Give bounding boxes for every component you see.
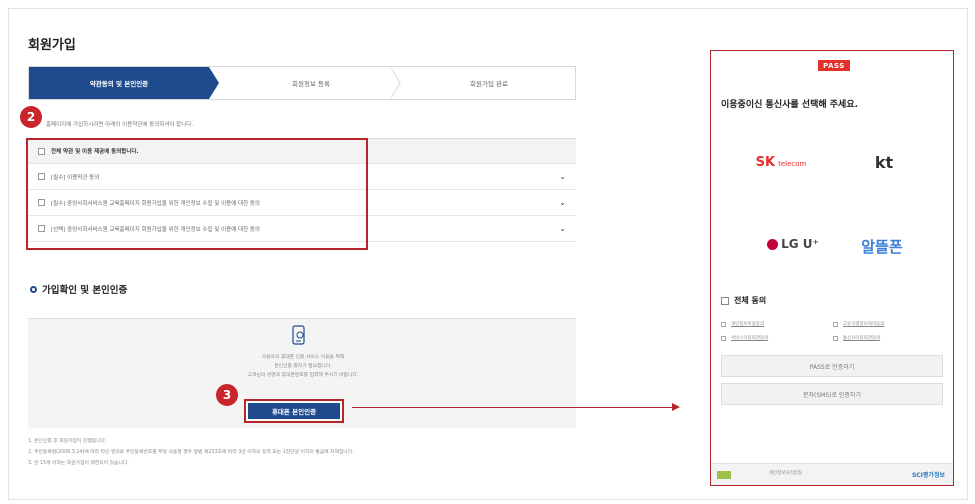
verify-text-line: 사용자의 휴대폰 인증 서비스 이용을 위해 bbox=[261, 355, 345, 360]
skt-logo-main: SK bbox=[755, 154, 776, 170]
notes: 1. 본인인증 후 회원가입이 진행됩니다. 2. 주민등록법(2006.3.2… bbox=[28, 436, 354, 469]
chevron-down-icon[interactable]: ⌄ bbox=[559, 198, 566, 207]
pass-logo: PASS bbox=[818, 60, 850, 71]
note-line: 2. 주민등록법(2006.3.24)에 따라 타인 명의로 주민등록번호를 부… bbox=[28, 450, 354, 455]
verify-section-title: 가입확인 및 본인인증 bbox=[30, 282, 127, 296]
step-complete: 회원가입 완료 bbox=[470, 80, 508, 88]
pass-all-agree[interactable]: 전체 동의 bbox=[721, 295, 766, 306]
step-badge-2: 2 bbox=[20, 106, 42, 128]
sub-agree-item[interactable]: 통신사이용약관동의 bbox=[833, 335, 880, 341]
sub-agree-label: 통신사이용약관동의 bbox=[843, 336, 881, 341]
signup-stepper: 약관동의 및 본인인증 회원정보 등록 회원가입 완료 bbox=[28, 66, 576, 100]
sub-agree-checkbox[interactable] bbox=[833, 321, 838, 327]
arrow-right-icon bbox=[672, 403, 680, 411]
verify-section-label: 가입확인 및 본인인증 bbox=[42, 285, 128, 296]
sub-agree-label: 고유식별정보처리동의 bbox=[843, 322, 885, 327]
carrier-skt[interactable]: SK telecom bbox=[741, 147, 821, 177]
sub-agree-item[interactable]: 개인정보이용동의 bbox=[721, 321, 764, 327]
sub-agree-checkbox[interactable] bbox=[721, 335, 726, 341]
step-arrow-inner bbox=[390, 67, 399, 99]
pass-panel: PASS 이용중이신 통신사를 선택해 주세요. SK telecom kt L… bbox=[710, 50, 954, 486]
sub-agree-label: 개인정보이용동의 bbox=[731, 322, 765, 327]
carrier-alddle[interactable]: 알뜰폰 bbox=[847, 231, 917, 261]
sub-agree-item[interactable]: 서비스이용약관동의 bbox=[721, 335, 768, 341]
skt-logo-sub: telecom bbox=[778, 160, 807, 168]
step-arrow-icon bbox=[209, 67, 219, 99]
carrier-kt[interactable]: kt bbox=[859, 149, 909, 175]
step-info: 회원정보 등록 bbox=[292, 80, 330, 88]
sub-agree-label: 서비스이용약관동의 bbox=[731, 336, 769, 341]
all-agree-label: 전체 동의 bbox=[734, 296, 767, 305]
connector-arrow-line bbox=[352, 407, 674, 408]
footer-logo-icon bbox=[717, 471, 731, 479]
page-title: 회원가입 bbox=[28, 38, 76, 53]
phone-icon bbox=[292, 325, 305, 345]
pass-footer: 개인정보처리방침 SCI평가정보 bbox=[711, 463, 953, 485]
agreement-intro: 홈페이지에 가입하시려면 아래의 이용약관에 동의하셔야 합니다. bbox=[46, 122, 194, 128]
sub-agree-checkbox[interactable] bbox=[833, 335, 838, 341]
verify-text-line: 고객님의 성명과 휴대폰번호를 입력해 주시기 바랍니다. bbox=[247, 373, 359, 378]
pass-verify-button[interactable]: PASS로 인증하기 bbox=[721, 355, 943, 377]
sci-logo: SCI평가정보 bbox=[911, 472, 945, 479]
sub-agree-checkbox[interactable] bbox=[721, 321, 726, 327]
note-line: 3. 만 15세 이하는 회원가입이 제한되어 있습니다. bbox=[28, 461, 129, 466]
phone-verify-button[interactable]: 휴대폰 본인인증 bbox=[244, 399, 344, 423]
privacy-policy-link[interactable]: 개인정보처리방침 bbox=[769, 470, 802, 476]
lg-logo-icon bbox=[767, 238, 779, 250]
lgu-label: LG U⁺ bbox=[781, 237, 819, 251]
verify-text-line: 본인인증 절차가 필요합니다. bbox=[274, 364, 332, 369]
all-agree-checkbox[interactable] bbox=[721, 296, 729, 305]
bullet-circle-icon bbox=[30, 285, 37, 293]
pass-title: 이용중이신 통신사를 선택해 주세요. bbox=[721, 100, 859, 110]
sub-agree-item[interactable]: 고유식별정보처리동의 bbox=[833, 321, 884, 327]
highlight-box-agreement bbox=[26, 138, 368, 250]
sms-verify-button[interactable]: 문자(SMS)로 인증하기 bbox=[721, 383, 943, 405]
step-badge-3: 3 bbox=[216, 384, 238, 406]
verify-box: 사용자의 휴대폰 인증 서비스 이용을 위해 본인인증 절차가 필요합니다. 고… bbox=[28, 318, 576, 428]
note-line: 1. 본인인증 후 회원가입이 진행됩니다. bbox=[28, 439, 107, 444]
step-terms: 약관동의 및 본인인증 bbox=[29, 67, 209, 99]
verify-description: 사용자의 휴대폰 인증 서비스 이용을 위해 본인인증 절차가 필요합니다. 고… bbox=[158, 353, 448, 380]
carrier-lgu[interactable]: LG U⁺ bbox=[753, 229, 833, 259]
chevron-down-icon[interactable]: ⌄ bbox=[559, 224, 566, 233]
chevron-down-icon[interactable]: ⌄ bbox=[559, 172, 566, 181]
